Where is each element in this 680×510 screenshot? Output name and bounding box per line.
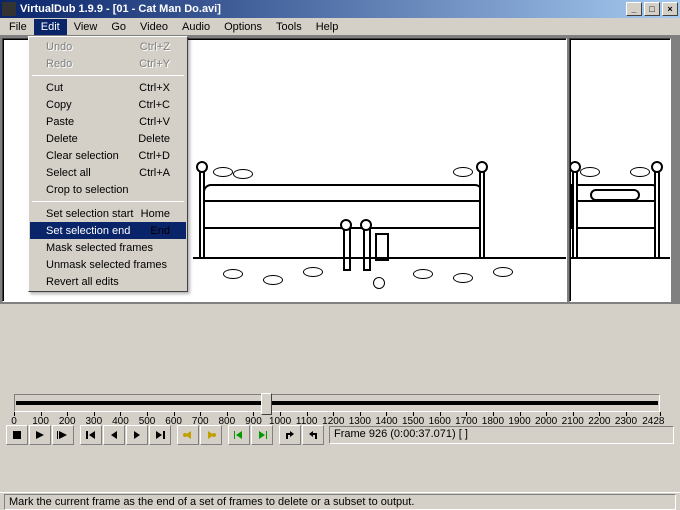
key-next-button[interactable] xyxy=(200,425,222,445)
video-frame-content xyxy=(570,39,670,301)
timeline-tick-label: 600 xyxy=(165,416,182,427)
menu-edit[interactable]: Edit xyxy=(34,19,67,35)
mark-in-button[interactable] xyxy=(279,425,301,445)
timeline-tick-label: 1000 xyxy=(269,416,291,427)
menu-item-revert-all-edits[interactable]: Revert all edits xyxy=(30,273,186,290)
statusbar: Mark the current frame as the end of a s… xyxy=(0,492,680,510)
menu-item-mask-selected-frames[interactable]: Mask selected frames xyxy=(30,239,186,256)
menu-item-undo: UndoCtrl+Z xyxy=(30,38,186,55)
minimize-button[interactable]: _ xyxy=(626,2,642,16)
stop-button[interactable] xyxy=(6,425,28,445)
timeline-tick-label: 2100 xyxy=(562,416,584,427)
menu-item-delete[interactable]: DeleteDelete xyxy=(30,130,186,147)
menu-tools[interactable]: Tools xyxy=(269,19,309,35)
close-button[interactable]: × xyxy=(662,2,678,16)
menu-audio[interactable]: Audio xyxy=(175,19,217,35)
timeline-tick-label: 1500 xyxy=(402,416,424,427)
step-back-button[interactable] xyxy=(103,425,125,445)
menu-item-crop-to-selection[interactable]: Crop to selection xyxy=(30,181,186,198)
menu-item-copy[interactable]: CopyCtrl+C xyxy=(30,96,186,113)
timeline-tick-label: 500 xyxy=(139,416,156,427)
timeline-tick-label: 1800 xyxy=(482,416,504,427)
timeline-tick-label: 1100 xyxy=(296,416,318,427)
timeline-tick-label: 1300 xyxy=(349,416,371,427)
timeline-tick-label: 1200 xyxy=(322,416,344,427)
timeline-tick-label: 800 xyxy=(219,416,236,427)
menu-item-unmask-selected-frames[interactable]: Unmask selected frames xyxy=(30,256,186,273)
play-output-button[interactable] xyxy=(52,425,74,445)
menu-file[interactable]: File xyxy=(2,19,34,35)
menu-item-set-selection-start[interactable]: Set selection startHome xyxy=(30,205,186,222)
menubar: FileEditViewGoVideoAudioOptionsToolsHelp xyxy=(0,18,680,36)
key-prev-button[interactable] xyxy=(177,425,199,445)
menu-video[interactable]: Video xyxy=(133,19,175,35)
timeline-tick-label: 400 xyxy=(112,416,129,427)
frame-info: Frame 926 (0:00:37.071) [ ] xyxy=(329,426,674,444)
menu-item-cut[interactable]: CutCtrl+X xyxy=(30,79,186,96)
timeline-track[interactable] xyxy=(14,394,660,412)
maximize-button[interactable]: □ xyxy=(644,2,660,16)
menu-view[interactable]: View xyxy=(67,19,105,35)
timeline-tick-label: 900 xyxy=(245,416,262,427)
app-icon xyxy=(2,2,16,16)
titlebar: VirtualDub 1.9.9 - [01 - Cat Man Do.avi]… xyxy=(0,0,680,18)
timeline-tick-label: 2000 xyxy=(535,416,557,427)
timeline-tick-label: 1400 xyxy=(375,416,397,427)
timeline: 0 100 200 300 400 500 600 700 800 900 1000 1100 1200… xyxy=(10,384,670,424)
timeline-tick-label: 1700 xyxy=(455,416,477,427)
menu-item-paste[interactable]: PasteCtrl+V xyxy=(30,113,186,130)
menu-item-clear-selection[interactable]: Clear selectionCtrl+D xyxy=(30,147,186,164)
status-text: Mark the current frame as the end of a s… xyxy=(4,494,676,510)
play-input-button[interactable] xyxy=(29,425,51,445)
scene-prev-button[interactable] xyxy=(228,425,250,445)
scene-next-button[interactable] xyxy=(251,425,273,445)
timeline-tick-label: 200 xyxy=(59,416,76,427)
menu-options[interactable]: Options xyxy=(217,19,269,35)
menu-go[interactable]: Go xyxy=(104,19,133,35)
timeline-tick-label: 2300 xyxy=(615,416,637,427)
timeline-tick-label: 2428 xyxy=(642,416,664,427)
window-title: VirtualDub 1.9.9 - [01 - Cat Man Do.avi] xyxy=(20,3,624,15)
edit-menu-dropdown: UndoCtrl+ZRedoCtrl+Y CutCtrl+XCopyCtrl+CP… xyxy=(28,36,188,292)
timeline-tick-label: 2200 xyxy=(588,416,610,427)
step-forward-button[interactable] xyxy=(126,425,148,445)
menu-item-select-all[interactable]: Select allCtrl+A xyxy=(30,164,186,181)
menu-item-redo: RedoCtrl+Y xyxy=(30,55,186,72)
timeline-tick-label: 1600 xyxy=(429,416,451,427)
timeline-tick-label: 700 xyxy=(192,416,209,427)
timeline-tick-label: 100 xyxy=(32,416,49,427)
timeline-tick-label: 1900 xyxy=(508,416,530,427)
go-end-button[interactable] xyxy=(149,425,171,445)
timeline-tick-label: 0 xyxy=(11,416,17,427)
output-video-panel xyxy=(569,38,671,302)
mark-out-button[interactable] xyxy=(302,425,324,445)
menu-item-set-selection-end[interactable]: Set selection endEnd xyxy=(30,222,186,239)
go-start-button[interactable] xyxy=(80,425,102,445)
timeline-tick-label: 300 xyxy=(85,416,102,427)
menu-help[interactable]: Help xyxy=(309,19,346,35)
lower-area xyxy=(0,304,680,384)
